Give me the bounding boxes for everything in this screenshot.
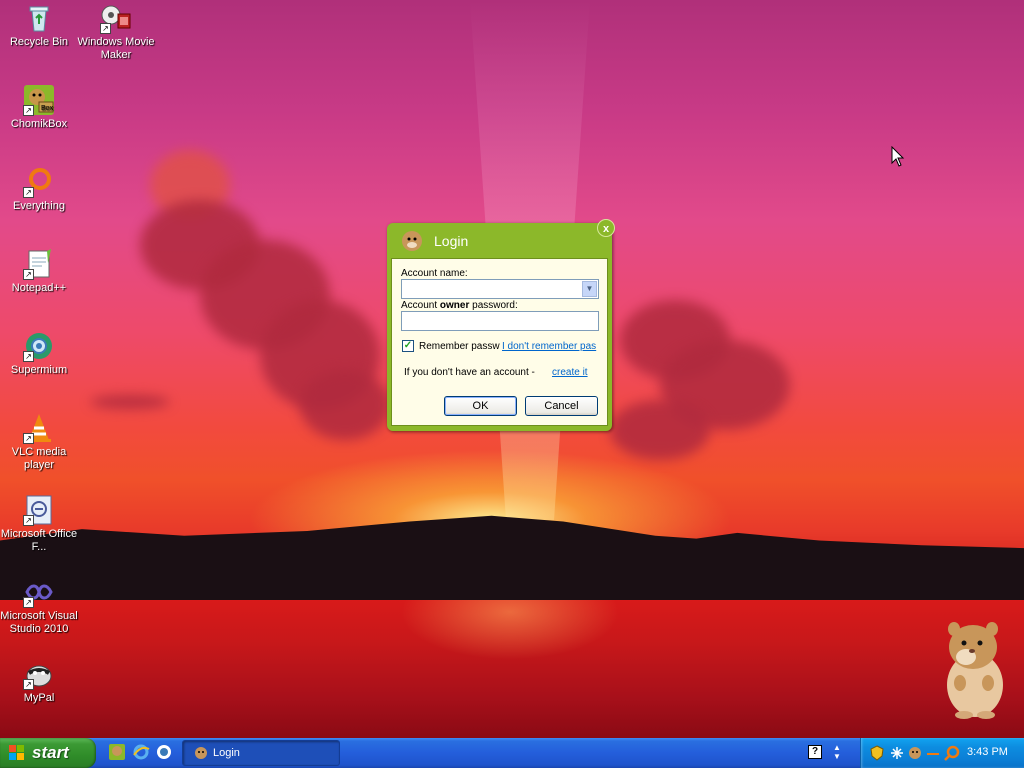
- language-icon[interactable]: ▲ ▼: [831, 743, 843, 763]
- dialog-titlebar[interactable]: Login: [387, 223, 612, 255]
- icon-label: MyPal: [23, 692, 55, 704]
- icon-label: ChomikBox: [10, 118, 68, 130]
- cloud: [90, 395, 170, 409]
- icon-label: Microsoft Office F...: [0, 528, 78, 553]
- taskbar-button-login[interactable]: Login: [182, 740, 340, 766]
- start-label: start: [32, 743, 69, 762]
- remember-password-label: Remember passw: [419, 341, 500, 352]
- movie-maker-icon: ↗: [100, 2, 132, 34]
- cloud: [610, 400, 710, 460]
- chevron-down-icon[interactable]: ▼: [582, 281, 597, 297]
- system-tray: 3:43 PM: [860, 738, 1024, 768]
- dialog-title: Login: [434, 233, 469, 249]
- desktop-icon-recycle-bin[interactable]: Recycle Bin: [0, 2, 78, 49]
- password-field[interactable]: [401, 311, 599, 331]
- visual-studio-icon: ↗: [23, 576, 55, 608]
- login-dialog: Login x Account name: ▼ Account owner pa…: [387, 219, 615, 431]
- desktop-icon-supermium[interactable]: ↗ Supermium: [0, 330, 78, 377]
- water-reflection: [400, 600, 620, 660]
- quicklaunch-supermium-icon[interactable]: [155, 743, 173, 761]
- taskbar-button-label: Login: [213, 747, 240, 759]
- help-icon[interactable]: ?: [808, 745, 822, 759]
- icon-label: Supermium: [10, 364, 68, 376]
- start-button[interactable]: start: [0, 738, 96, 768]
- account-name-label: Account name:: [401, 268, 468, 279]
- quicklaunch-internet-explorer-icon[interactable]: [132, 743, 150, 761]
- desktop-icon-chomikbox[interactable]: Box ↗ ChomikBox: [0, 84, 78, 131]
- ok-button[interactable]: OK: [444, 396, 517, 416]
- cloud: [300, 370, 390, 440]
- desktop-icon-vlc[interactable]: ↗ VLC media player: [0, 412, 78, 472]
- desktop-icon-movie-maker[interactable]: ↗ Windows Movie Maker: [77, 2, 155, 62]
- supermium-icon: ↗: [23, 330, 55, 362]
- desktop-icon-office[interactable]: ↗ Microsoft Office F...: [0, 494, 78, 554]
- vlc-icon: ↗: [23, 412, 55, 444]
- icon-label: Notepad++: [11, 282, 67, 294]
- cancel-button[interactable]: Cancel: [525, 396, 598, 416]
- recycle-bin-icon: [23, 2, 55, 34]
- notepadpp-icon: ↗: [23, 248, 55, 280]
- create-account-link[interactable]: create it: [552, 367, 588, 378]
- quicklaunch-chomikbox-icon[interactable]: [108, 743, 126, 761]
- hamster-mascot-icon[interactable]: [940, 615, 1010, 720]
- dash-icon[interactable]: [925, 745, 941, 761]
- security-shield-icon[interactable]: [869, 745, 885, 761]
- desktop-icon-mypal[interactable]: ↗ MyPal: [0, 658, 78, 705]
- icon-label: VLC media player: [11, 446, 67, 471]
- clock[interactable]: 3:43 PM: [967, 746, 1008, 758]
- desktop-icon-visual-studio[interactable]: ↗ Microsoft Visual Studio 2010: [0, 576, 78, 636]
- desktop-icon-everything[interactable]: ↗ Everything: [0, 166, 78, 213]
- no-account-text: If you don't have an account -: [404, 367, 535, 378]
- chomikbox-icon: [195, 747, 207, 759]
- forgot-password-link[interactable]: I don't remember pas: [502, 341, 596, 352]
- icon-label: Windows Movie Maker: [77, 36, 155, 61]
- mouse-cursor-icon: [891, 146, 905, 167]
- everything-icon[interactable]: [944, 745, 960, 761]
- taskbar: start Login ? ▲ ▼ 3:43 PM: [0, 738, 1024, 768]
- icon-label: Microsoft Visual Studio 2010: [0, 610, 78, 635]
- remember-password-checkbox[interactable]: ✓: [402, 340, 414, 352]
- account-name-combobox[interactable]: ▼: [401, 279, 599, 299]
- desktop-icon-notepadpp[interactable]: ↗ Notepad++: [0, 248, 78, 295]
- svg-text:Box: Box: [41, 105, 54, 112]
- office-icon: ↗: [23, 494, 55, 526]
- password-label: Account owner password:: [401, 300, 518, 311]
- hills: [0, 515, 1024, 607]
- network-icon[interactable]: [889, 745, 905, 761]
- close-button[interactable]: x: [597, 219, 615, 237]
- chomikbox-hamster-icon: [400, 229, 424, 253]
- icon-label: Everything: [13, 200, 65, 212]
- chomikbox-icon: Box ↗: [23, 84, 55, 116]
- icon-label: Recycle Bin: [9, 36, 69, 48]
- dialog-body: Account name: ▼ Account owner password: …: [391, 258, 608, 426]
- everything-icon: ↗: [23, 166, 55, 198]
- chomikbox-tray-icon[interactable]: [907, 745, 923, 761]
- windows-logo-icon: [9, 745, 24, 760]
- mypal-icon: ↗: [23, 658, 55, 690]
